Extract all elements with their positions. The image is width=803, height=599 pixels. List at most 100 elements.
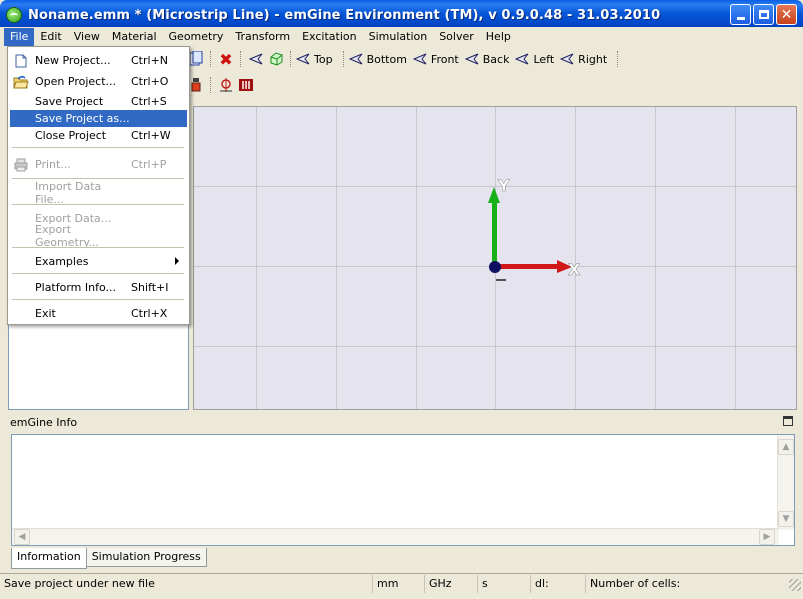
menu-item-close-project[interactable]: Close Project Ctrl+W [10,127,187,144]
menu-material[interactable]: Material [106,28,163,46]
info-tabs: Information Simulation Progress [11,548,207,569]
toolbar-separator [290,51,292,67]
info-panel-title: emGine Info [10,416,78,429]
view-left-label: Left [533,52,555,66]
menu-item-label: New Project... [35,54,111,67]
axis-y-label: Y [497,176,510,195]
minimize-button[interactable] [730,4,751,25]
toolbar-separator [617,51,619,67]
toolbar-separator [240,51,242,67]
menu-excitation[interactable]: Excitation [296,28,363,46]
window-title: Noname.emm * (Microstrip Line) - emGine … [28,7,661,23]
scroll-up-icon[interactable]: ▲ [778,439,794,455]
menu-simulation[interactable]: Simulation [363,28,434,46]
menu-item-label: Open Project... [35,75,117,88]
menu-solver[interactable]: Solver [433,28,480,46]
scroll-down-icon[interactable]: ▼ [778,511,794,527]
arrow-left-icon [412,53,427,65]
menu-item-shortcut: Ctrl+N [131,54,169,67]
menu-item-save-project-as[interactable]: Save Project as... [10,110,187,127]
menu-item-label: Exit [35,307,56,320]
info-panel-header: emGine Info [8,413,797,432]
menu-item-label: Save Project as... [35,112,130,125]
menu-bar: File Edit View Material Geometry Transfo… [0,27,803,46]
view-back-button[interactable]: Back [464,53,509,66]
close-button[interactable]: ✕ [776,4,797,25]
view-left-button[interactable]: Left [515,53,554,66]
menu-item-shortcut: Shift+I [131,281,169,294]
view-top-button[interactable]: Top [296,53,333,66]
file-menu-dropdown: New Project... Ctrl+N Open Project... Ct… [7,46,190,325]
viewport-3d[interactable]: Y X [193,106,797,410]
toolbar-separator [342,51,345,67]
horizontal-scrollbar[interactable]: ◀ ▶ [12,528,779,545]
menu-item-export-geometry[interactable]: Export Geometry... [10,223,187,249]
menu-item-exit[interactable]: Exit Ctrl+X [10,305,187,322]
vertical-scrollbar[interactable]: ▲ ▼ [777,435,794,530]
menu-separator [12,299,184,300]
scroll-left-icon[interactable]: ◀ [14,529,30,545]
arrow-left-icon [560,53,574,65]
menu-item-label: Import Data File... [35,179,102,206]
menu-transform[interactable]: Transform [229,28,296,46]
tab-information[interactable]: Information [11,548,87,569]
status-time-unit: s [478,574,531,593]
menu-item-shortcut: Ctrl+W [131,129,171,142]
view-right-button[interactable]: Right [560,53,607,66]
menu-item-examples[interactable]: Examples [10,253,187,270]
view-bottom-button[interactable]: Bottom [348,53,407,66]
toolbar-separator [210,51,212,67]
printer-icon [13,157,29,173]
status-cell-count: Number of cells: [590,576,681,590]
menu-item-open-project[interactable]: Open Project... Ctrl+O [10,73,187,90]
menu-item-label: Examples [35,255,89,268]
restore-icon[interactable] [783,416,793,426]
menu-item-shortcut: Ctrl+P [131,158,167,171]
menu-separator [12,273,184,274]
menu-separator [12,247,184,248]
menu-item-save-project[interactable]: Save Project Ctrl+S [10,93,187,110]
status-bar: Save project under new file mm GHz s dl:… [0,573,803,593]
view-top-label: Top [314,52,333,66]
maximize-button[interactable] [753,4,774,25]
delete-icon[interactable]: ✖ [217,50,235,69]
isometric-view-icon[interactable] [267,50,285,68]
info-text-area[interactable]: ▲ ▼ ◀ ▶ [11,434,795,546]
window-controls: ✕ [730,4,797,25]
menu-item-shortcut: Ctrl+O [131,75,169,88]
toolbar-separator [210,77,212,93]
view-front-button[interactable]: Front [412,53,459,66]
view-arrow-icon[interactable] [247,50,265,68]
scroll-right-icon[interactable]: ▶ [759,529,775,545]
menu-item-label: Save Project [35,95,104,108]
view-right-label: Right [578,52,608,66]
status-dl: dl: [531,574,586,593]
open-folder-icon [13,74,29,90]
probe-tool-icon[interactable] [217,76,235,94]
menu-edit[interactable]: Edit [34,28,67,46]
new-document-icon [13,53,29,69]
arrow-left-icon [348,53,362,65]
menu-geometry[interactable]: Geometry [163,28,230,46]
axis-x-label: X [568,260,581,279]
y-axis-shaft [492,202,497,266]
menu-view[interactable]: View [68,28,106,46]
axis-gizmo: Y X [488,176,581,281]
close-icon: ✕ [780,6,793,23]
menu-item-print[interactable]: Print... Ctrl+P [10,156,187,173]
menu-help[interactable]: Help [480,28,517,46]
arrow-left-icon [296,53,310,65]
mesh-tool-icon[interactable] [237,76,255,94]
menu-item-shortcut: Ctrl+S [131,95,167,108]
menu-item-label: Close Project [35,129,107,142]
minimize-icon [736,17,745,20]
menu-separator [12,204,184,205]
menu-file[interactable]: File [4,27,35,46]
menu-item-platform-info[interactable]: Platform Info... Shift+I [10,279,187,296]
resize-grip-icon[interactable] [789,579,801,591]
tab-simulation-progress[interactable]: Simulation Progress [85,548,207,567]
arrow-left-icon [515,53,529,65]
menu-item-import-data-file[interactable]: Import Data File... [10,180,187,206]
maximize-icon [758,10,769,19]
menu-item-new-project[interactable]: New Project... Ctrl+N [10,52,187,69]
